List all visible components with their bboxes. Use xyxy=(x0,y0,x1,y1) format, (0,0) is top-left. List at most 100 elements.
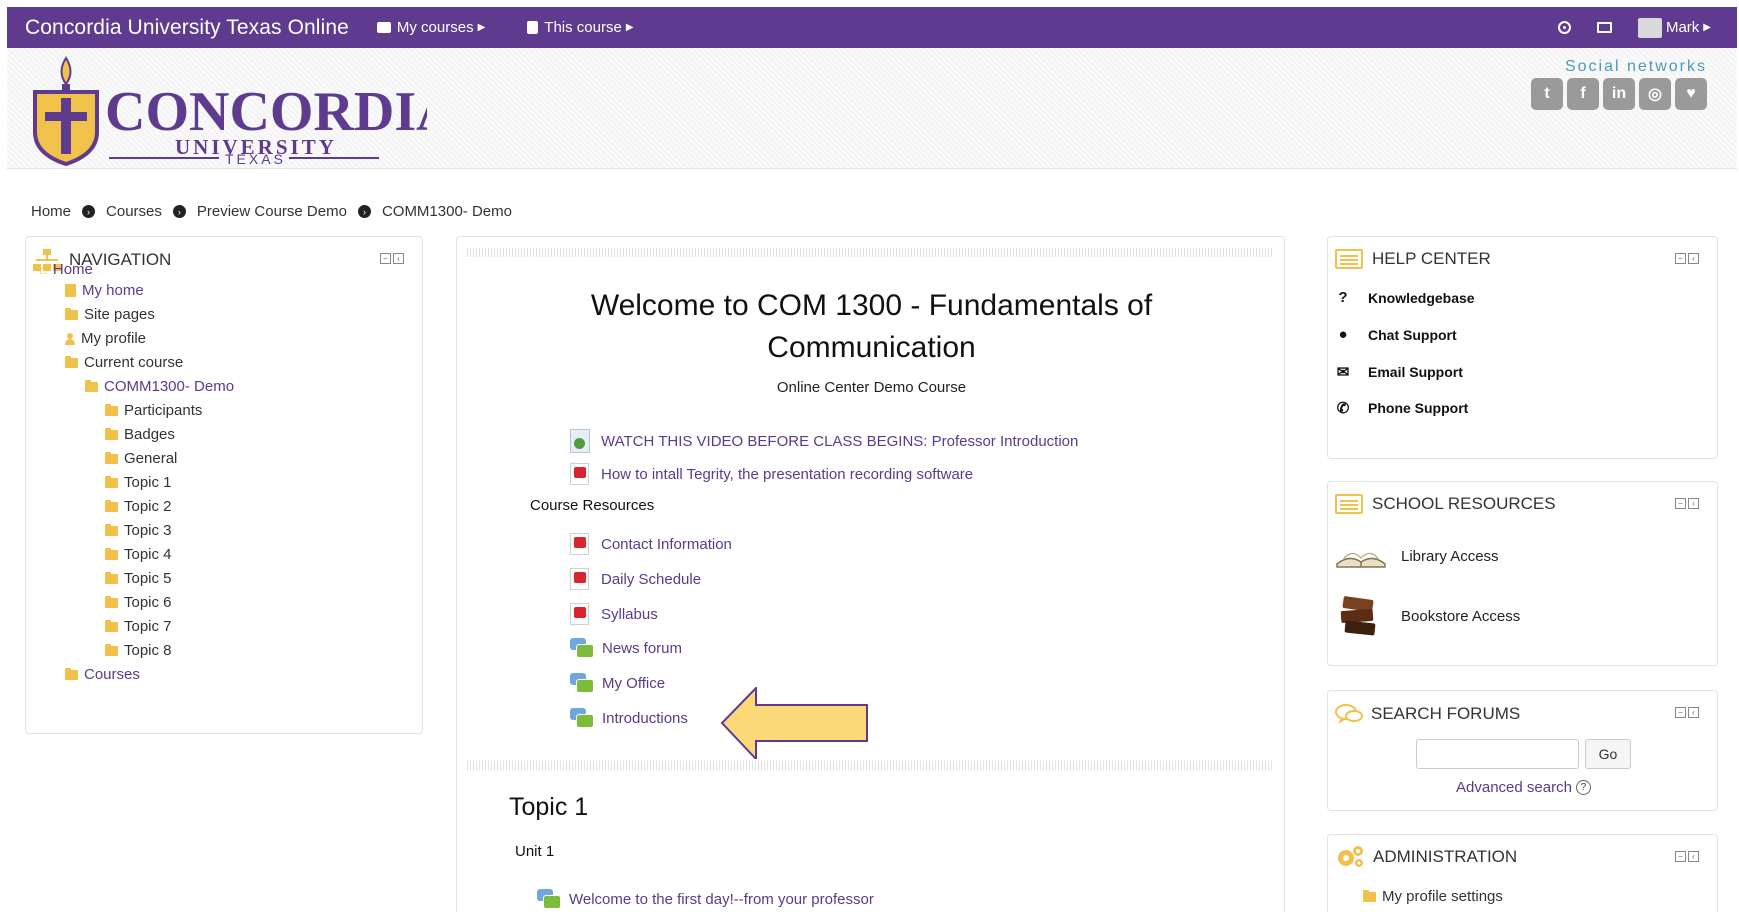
dock-icon[interactable]: ‹ xyxy=(1688,707,1699,718)
notifications-icon[interactable] xyxy=(1557,21,1571,34)
nav-item-topic-3[interactable]: Topic 3 xyxy=(105,522,172,539)
resource-news-forum[interactable]: News forum xyxy=(570,638,682,658)
collapse-icon[interactable]: − xyxy=(1675,498,1686,509)
site-brand[interactable]: Concordia University Texas Online xyxy=(25,16,349,40)
nav-item-topic-1[interactable]: Topic 1 xyxy=(105,474,172,491)
nav-item-label: Home xyxy=(52,261,93,278)
nav-item-topic-4[interactable]: Topic 4 xyxy=(105,546,172,563)
block-controls: − ‹ xyxy=(1675,498,1699,509)
folder-icon xyxy=(105,403,118,416)
nav-item-participants[interactable]: Participants xyxy=(105,402,202,419)
forum-search-input[interactable] xyxy=(1416,739,1579,769)
breadcrumb-preview-course[interactable]: Preview Course Demo xyxy=(197,203,347,220)
help-item-label: Chat Support xyxy=(1368,326,1457,343)
nav-item-topic-8[interactable]: Topic 8 xyxy=(105,642,172,659)
resource-introductions[interactable]: Introductions xyxy=(570,708,688,728)
bookstore-access-link[interactable]: Bookstore Access xyxy=(1335,594,1520,638)
collapse-icon[interactable]: − xyxy=(1675,253,1686,264)
avatar xyxy=(1637,17,1662,38)
home-icon: ⌂ xyxy=(39,262,47,277)
pinterest-icon[interactable]: ♥ xyxy=(1675,78,1707,110)
resource-daily-schedule[interactable]: Daily Schedule xyxy=(570,568,701,590)
search-go-button[interactable]: Go xyxy=(1585,739,1631,769)
nav-item-my-profile[interactable]: My profile xyxy=(65,330,146,347)
phone-icon: ✆ xyxy=(1336,400,1350,417)
nav-item-topic-7[interactable]: Topic 7 xyxy=(105,618,172,635)
nav-item-home[interactable]: ⌂ Home xyxy=(39,261,93,278)
block-controls: − ‹ xyxy=(1675,253,1699,264)
user-menu[interactable]: Mark ▶ xyxy=(1637,17,1711,38)
activity-tegrity-link[interactable]: How to intall Tegrity, the presentation … xyxy=(570,463,973,485)
messages-icon[interactable] xyxy=(1596,22,1612,33)
this-course-menu[interactable]: This course ▶ xyxy=(527,19,634,36)
social-icons: t f in ◎ ♥ xyxy=(1531,78,1707,110)
linkedin-icon[interactable]: in xyxy=(1603,78,1635,110)
twitter-icon[interactable]: t xyxy=(1531,78,1563,110)
breadcrumb: Home › Courses › Preview Course Demo › C… xyxy=(31,203,512,220)
section-divider xyxy=(467,761,1272,770)
breadcrumb-courses[interactable]: Courses xyxy=(106,203,162,220)
help-item-chat-support[interactable]: ● Chat Support xyxy=(1334,326,1457,343)
dock-icon[interactable]: ‹ xyxy=(1688,253,1699,264)
collapse-icon[interactable]: − xyxy=(1675,851,1686,862)
resource-syllabus[interactable]: Syllabus xyxy=(570,603,658,625)
dock-icon[interactable]: ‹ xyxy=(1688,498,1699,509)
nav-item-label: Courses xyxy=(84,666,140,683)
top-navbar: Concordia University Texas Online My cou… xyxy=(7,7,1737,48)
resource-contact-information[interactable]: Contact Information xyxy=(570,533,732,555)
nav-item-label: Topic 4 xyxy=(124,546,172,563)
library-access-link[interactable]: Library Access xyxy=(1335,544,1499,568)
nav-item-badges[interactable]: Badges xyxy=(105,426,175,443)
breadcrumb-current[interactable]: COMM1300- Demo xyxy=(382,203,512,220)
video-file-icon xyxy=(570,429,590,453)
nav-item-comm1300[interactable]: COMM1300- Demo xyxy=(85,378,234,395)
activity-label: Contact Information xyxy=(601,535,732,553)
dock-icon[interactable]: ‹ xyxy=(393,253,404,264)
page-icon xyxy=(65,284,76,297)
resource-my-office[interactable]: My Office xyxy=(570,673,665,693)
chevron-right-icon: › xyxy=(172,205,186,218)
nav-item-label: General xyxy=(124,450,178,467)
collapse-icon[interactable]: − xyxy=(380,253,391,264)
nav-item-topic-5[interactable]: Topic 5 xyxy=(105,570,172,587)
logo-wordmark: CONCORDIA xyxy=(105,81,427,143)
instagram-icon[interactable]: ◎ xyxy=(1639,78,1671,110)
activity-label: My Office xyxy=(602,674,666,692)
breadcrumb-home[interactable]: Home xyxy=(31,203,71,220)
social-networks-title: Social networks xyxy=(1564,58,1707,75)
help-item-phone-support[interactable]: ✆ Phone Support xyxy=(1334,399,1469,417)
section-divider xyxy=(467,248,1272,257)
collapse-icon[interactable]: − xyxy=(1675,707,1686,718)
nav-item-label: Current course xyxy=(84,354,184,371)
book-icon xyxy=(527,21,539,34)
help-item-label: Phone Support xyxy=(1368,400,1469,416)
help-item-email-support[interactable]: ✉ Email Support xyxy=(1334,363,1463,381)
dock-icon[interactable]: ‹ xyxy=(1688,851,1699,862)
activity-label: News forum xyxy=(602,639,683,657)
nav-item-site-pages[interactable]: Site pages xyxy=(65,306,155,323)
nav-item-label: Topic 3 xyxy=(124,522,172,539)
nav-item-my-home[interactable]: My home xyxy=(65,282,144,299)
course-title-line-2: Communication xyxy=(767,331,976,364)
help-item-knowledgebase[interactable]: ? Knowledgebase xyxy=(1334,289,1475,306)
nav-item-current-course[interactable]: Current course xyxy=(65,354,183,371)
nav-item-topic-6[interactable]: Topic 6 xyxy=(105,594,172,611)
help-icon[interactable]: ? xyxy=(1575,780,1591,795)
facebook-icon[interactable]: f xyxy=(1567,78,1599,110)
my-courses-menu[interactable]: My courses ▶ xyxy=(376,19,485,36)
my-profile-settings-item[interactable]: My profile settings xyxy=(1363,888,1503,905)
caret-right-icon: ▶ xyxy=(625,22,634,33)
university-logo[interactable]: CONCORDIA UNIVERSITY TEXAS xyxy=(27,54,427,166)
topic-1-welcome-link[interactable]: Welcome to the first day!--from your pro… xyxy=(537,889,874,909)
activity-video-link[interactable]: WATCH THIS VIDEO BEFORE CLASS BEGINS: Pr… xyxy=(570,429,1078,453)
folder-icon xyxy=(65,667,78,680)
nav-item-courses[interactable]: Courses xyxy=(65,666,140,683)
folder-icon xyxy=(105,427,118,440)
nav-item-topic-2[interactable]: Topic 2 xyxy=(105,498,172,515)
advanced-search-link[interactable]: Advanced search ? xyxy=(1456,779,1591,796)
course-resources-label: Course Resources xyxy=(530,497,655,514)
forum-icon xyxy=(570,673,594,693)
nav-item-general[interactable]: General xyxy=(105,450,177,467)
help-item-label: Knowledgebase xyxy=(1368,289,1475,306)
topic-1-title: Topic 1 xyxy=(509,793,589,821)
